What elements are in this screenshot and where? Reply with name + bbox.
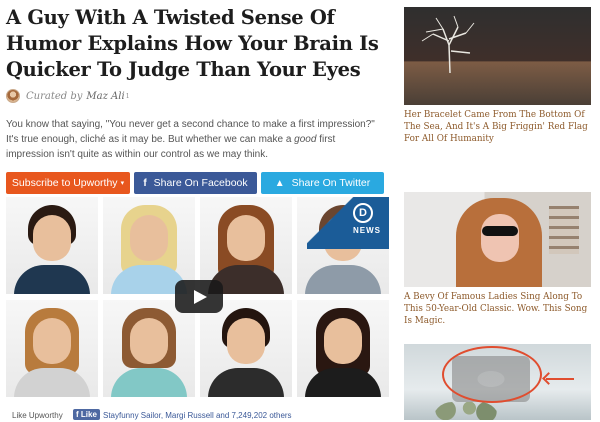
portrait-tile [200,300,292,397]
sidebar-card[interactable]: Her Bracelet Came From The Bottom Of The… [404,7,591,145]
curated-label: Curated by [26,90,83,102]
portrait-tile: D NEWS [297,197,389,294]
play-button[interactable] [175,280,223,313]
sidebar-card[interactable]: A Bevy Of Famous Ladies Sing Along To Th… [404,192,591,327]
red-circle-annotation [442,346,542,403]
twitter-icon: ▲ [274,177,285,189]
share-bar: Subscribe to Upworthy ▾ f Share On Faceb… [6,172,388,194]
subscribe-upworthy-label: Subscribe to Upworthy [11,177,118,189]
share-twitter-label: Share On Twitter [291,177,371,189]
channel-logo-icon: D [353,203,373,223]
article-title: A Guy With A Twisted Sense Of Humor Expl… [6,6,379,81]
sidebar-thumbnail[interactable] [404,344,591,420]
red-arrow-icon [546,378,574,380]
portrait-tile [6,300,98,397]
news-label: NEWS [353,226,381,235]
like-upworthy-label: Like Upworthy [12,411,63,420]
sidebar-caption[interactable]: Her Bracelet Came From The Bottom Of The… [404,109,591,145]
bookshelf-image [549,206,579,254]
facebook-icon: f [143,177,147,189]
tree-image [421,15,475,73]
byline: Curated by Maz Ali 1 [6,87,388,105]
portrait-tile [297,300,389,397]
author-superscript: 1 [125,92,130,100]
subscribe-upworthy-button[interactable]: Subscribe to Upworthy ▾ [6,172,130,194]
video-player[interactable]: D NEWS [6,197,389,400]
sidebar-thumbnail[interactable] [404,7,591,105]
news-badge: D NEWS [307,197,389,249]
share-facebook-label: Share On Facebook [153,177,248,189]
article-lede: You know that saying, "You never get a s… [6,117,382,162]
friends-list[interactable]: Stayfunny Sailor, Margi Russell and 7,24… [103,411,292,420]
dropdown-arrow-icon: ▾ [120,180,125,187]
friends-who-like: Stayfunny Sailor, Margi Russell and 7,24… [103,411,292,420]
share-facebook-button[interactable]: f Share On Facebook [134,172,257,194]
sidebar-thumbnail[interactable] [404,192,591,287]
woman-face-image [481,214,519,262]
portrait-tile [6,197,98,294]
lede-emphasis: good [294,134,317,145]
portrait-tile [103,300,195,397]
article-main: A Guy With A Twisted Sense Of Humor Expl… [6,0,389,420]
like-button-label: Like [80,410,97,419]
author-name[interactable]: Maz Ali [86,91,124,102]
sidebar-card[interactable] [404,344,591,420]
flowers-image [432,402,500,420]
author-avatar[interactable] [6,89,20,103]
sunglasses-image [482,226,518,236]
sidebar-caption[interactable]: A Bevy Of Famous Ladies Sing Along To Th… [404,291,591,327]
share-twitter-button[interactable]: ▲ Share On Twitter [261,172,384,194]
facebook-like-button[interactable]: f Like [73,409,100,420]
